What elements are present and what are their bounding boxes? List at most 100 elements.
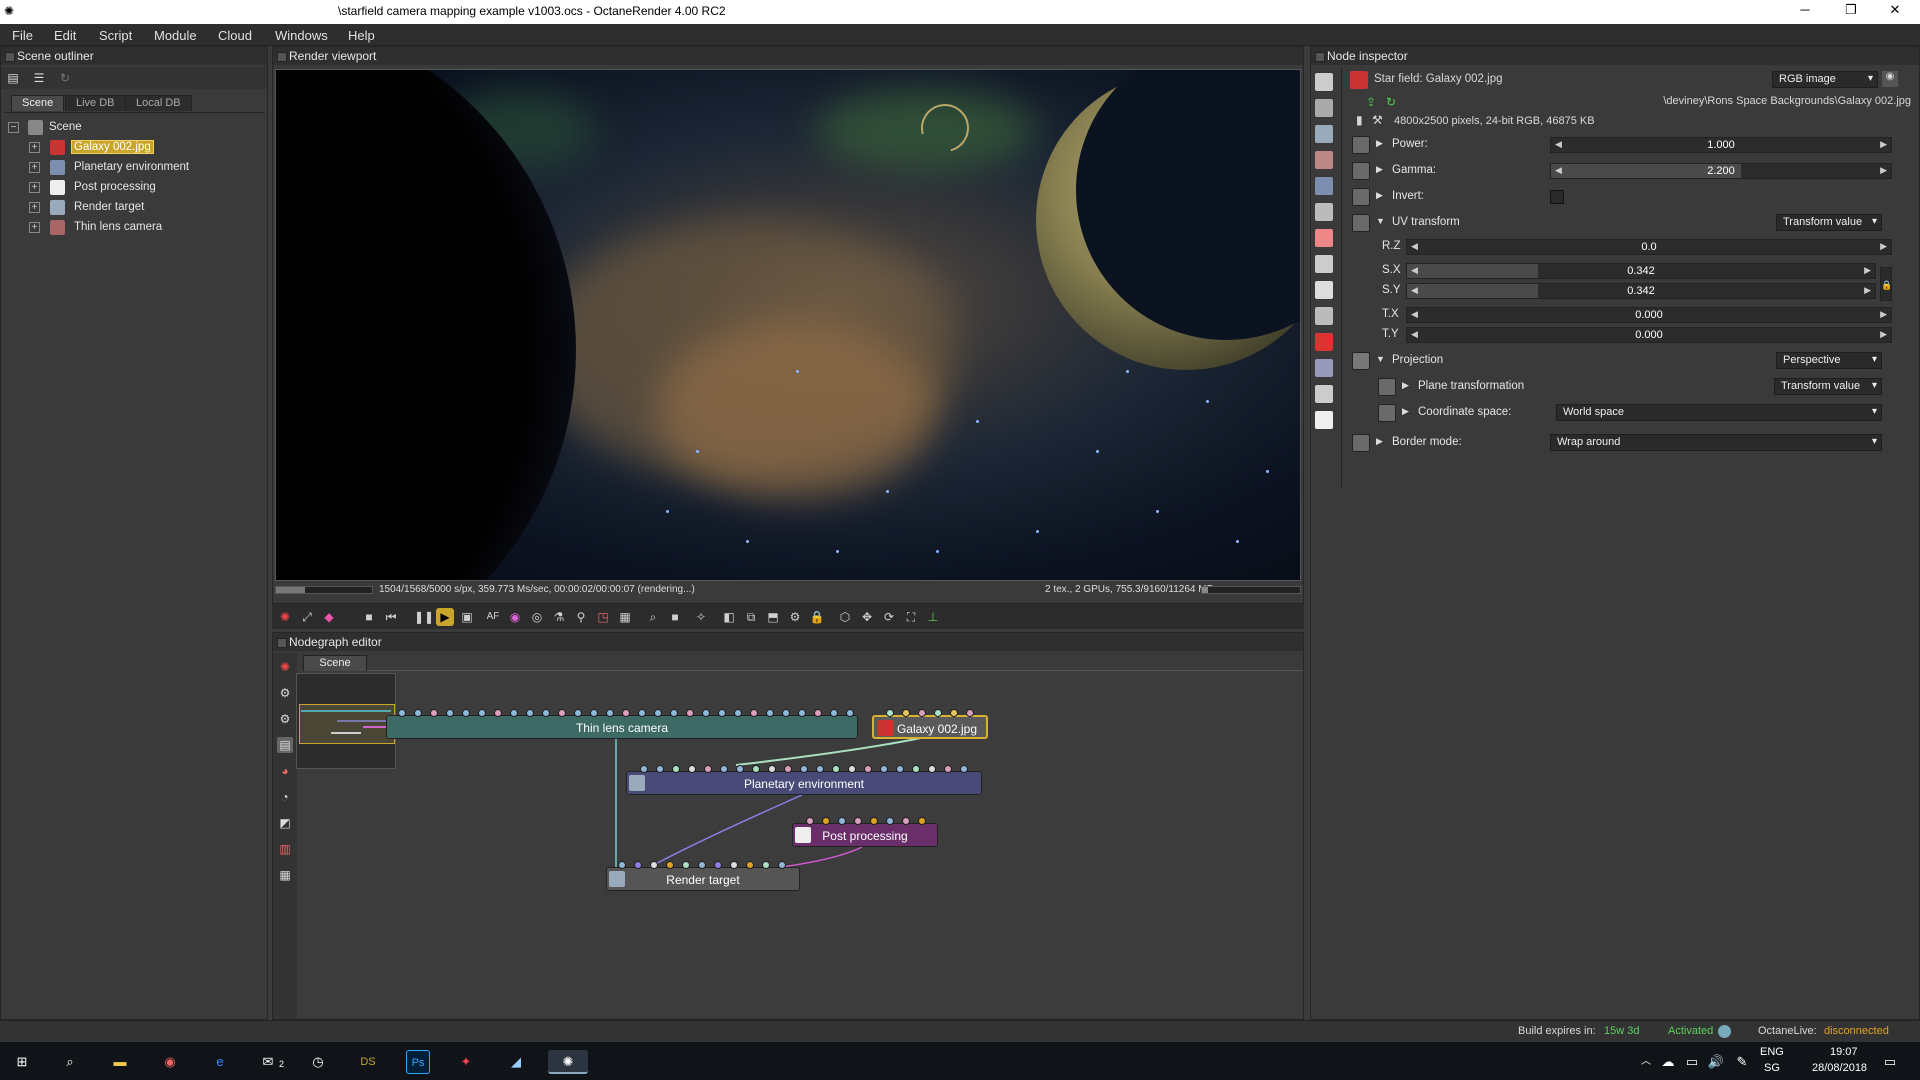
node-input-pin[interactable] (752, 765, 760, 773)
coordinate-space-dropdown[interactable]: World space (1556, 404, 1882, 421)
expand-arrow-icon[interactable]: ▶ (1376, 436, 1383, 447)
node-input-pin[interactable] (762, 861, 770, 869)
app-icon-2[interactable]: ◢ (504, 1050, 528, 1074)
af-icon[interactable]: AF (484, 608, 502, 626)
pause-icon[interactable]: ❚❚ (414, 608, 434, 626)
node-input-pin[interactable] (638, 709, 646, 717)
node-input-pin[interactable] (494, 709, 502, 717)
plane-transformation-dropdown[interactable]: Transform value (1774, 378, 1882, 395)
node-input-pin[interactable] (510, 709, 518, 717)
node-input-pin[interactable] (650, 861, 658, 869)
cube-icon[interactable] (1315, 359, 1333, 377)
node-input-pin[interactable] (688, 765, 696, 773)
lock-view-icon[interactable]: ■ (666, 608, 684, 626)
file-explorer-icon[interactable]: ▬ (108, 1050, 132, 1074)
environment-icon[interactable] (1315, 177, 1333, 195)
info-icon[interactable] (1315, 255, 1333, 273)
clock-icon[interactable] (1315, 281, 1333, 299)
sx-slider[interactable]: ◀ 0.342 ▶ (1406, 263, 1876, 279)
outliner-tool-icon-2[interactable]: ☰ (31, 70, 47, 86)
node-planetary-environment[interactable]: Planetary environment (626, 771, 982, 795)
search-icon[interactable]: ⌕ (58, 1050, 82, 1074)
material-node-icon[interactable]: ◕ (277, 763, 293, 779)
node-input-pin[interactable] (902, 817, 910, 825)
node-input-pin[interactable] (798, 709, 806, 717)
color-picker-icon[interactable]: ◉ (506, 608, 524, 626)
node-input-pin[interactable] (666, 861, 674, 869)
node-input-pin[interactable] (574, 709, 582, 717)
ty-slider[interactable]: ◀ 0.000 ▶ (1406, 327, 1892, 343)
collapse-arrow-icon[interactable]: ▼ (1376, 216, 1385, 226)
stop-icon[interactable]: ■ (360, 608, 378, 626)
gamma-slider[interactable]: ◀ 2.200 ▶ (1550, 163, 1892, 179)
expand-arrow-icon[interactable]: ▶ (1376, 190, 1383, 201)
node-input-pin[interactable] (912, 765, 920, 773)
node-input-pin[interactable] (800, 765, 808, 773)
emission-node-icon[interactable]: ◩ (277, 815, 293, 831)
geometry-node-icon[interactable]: ⚙ (277, 685, 293, 701)
red-material-icon[interactable] (1315, 333, 1333, 351)
node-input-pin[interactable] (682, 861, 690, 869)
node-input-pin[interactable] (714, 861, 722, 869)
reset-render-icon[interactable]: ✺ (276, 608, 294, 626)
export-icon[interactable]: ⬒ (764, 608, 782, 626)
node-input-pin[interactable] (718, 709, 726, 717)
node-input-pin[interactable] (816, 765, 824, 773)
expand-arrow-icon[interactable]: ▶ (1376, 164, 1383, 175)
chevron-up-icon[interactable]: ︿ (1634, 1050, 1658, 1074)
node-post-processing[interactable]: Post processing (792, 823, 938, 847)
node-render-target[interactable]: Render target (606, 867, 800, 891)
node-input-pin[interactable] (838, 817, 846, 825)
tab-nodegraph-scene[interactable]: Scene (303, 655, 367, 671)
tx-slider[interactable]: ◀ 0.000 ▶ (1406, 307, 1892, 323)
refresh-icon[interactable]: ↻ (57, 70, 73, 86)
tab-live-db[interactable]: Live DB (65, 95, 126, 111)
node-input-pin[interactable] (848, 765, 856, 773)
node-input-pin[interactable] (398, 709, 406, 717)
node-input-pin[interactable] (854, 817, 862, 825)
grid-node-icon[interactable]: ▦ (277, 867, 293, 883)
border-mode-dropdown[interactable]: Wrap around (1550, 434, 1882, 451)
uv-transform-dropdown[interactable]: Transform value (1776, 214, 1882, 231)
node-input-pin[interactable] (822, 817, 830, 825)
node-input-pin[interactable] (606, 709, 614, 717)
node-input-pin[interactable] (634, 861, 642, 869)
node-input-pin[interactable] (918, 817, 926, 825)
node-input-pin[interactable] (784, 765, 792, 773)
node-input-pin[interactable] (846, 709, 854, 717)
environment-node-icon[interactable]: ⚙ (277, 711, 293, 727)
node-input-pin[interactable] (814, 709, 822, 717)
tree-item-post[interactable]: + Post processing (1, 179, 261, 197)
pen-icon[interactable]: ✎ (1730, 1050, 1754, 1074)
node-input-pin[interactable] (886, 817, 894, 825)
node-input-pin[interactable] (950, 709, 958, 717)
tree-item-planetary[interactable]: + Planetary environment (1, 159, 261, 177)
tab-scene[interactable]: Scene (11, 95, 65, 111)
mail-icon[interactable]: ✉ 2 (256, 1050, 284, 1074)
value-node-icon[interactable]: ▥ (277, 841, 293, 857)
node-input-pin[interactable] (806, 817, 814, 825)
film-icon[interactable] (1315, 73, 1333, 91)
power-slider[interactable]: ◀ 1.000 ▶ (1550, 137, 1892, 153)
tree-item-galaxy[interactable]: + Galaxy 002.jpg (1, 139, 261, 157)
node-input-pin[interactable] (778, 861, 786, 869)
expand-icon[interactable]: + (29, 142, 40, 153)
material-picker-icon[interactable]: ⚗ (550, 608, 568, 626)
post-processing-icon[interactable] (1315, 411, 1333, 429)
node-input-pin[interactable] (782, 709, 790, 717)
chrome-icon[interactable]: ◉ (158, 1050, 182, 1074)
render-target-icon[interactable] (1315, 125, 1333, 143)
play-icon[interactable]: ▶ (436, 608, 454, 626)
collapse-arrow-icon[interactable]: ▼ (1376, 354, 1385, 364)
edge-icon[interactable]: e (208, 1050, 232, 1074)
octane-icon[interactable]: ✺ (548, 1050, 588, 1074)
node-input-pin[interactable] (886, 709, 894, 717)
node-input-pin[interactable] (768, 765, 776, 773)
image-icon[interactable] (1315, 385, 1333, 403)
notifications-icon[interactable]: ▭ (1878, 1050, 1902, 1074)
camera-icon[interactable] (1315, 151, 1333, 169)
lock-icon[interactable]: 🔒 (808, 608, 826, 626)
node-input-pin[interactable] (734, 709, 742, 717)
menu-windows[interactable]: Windows (275, 28, 328, 43)
node-input-pin[interactable] (654, 709, 662, 717)
